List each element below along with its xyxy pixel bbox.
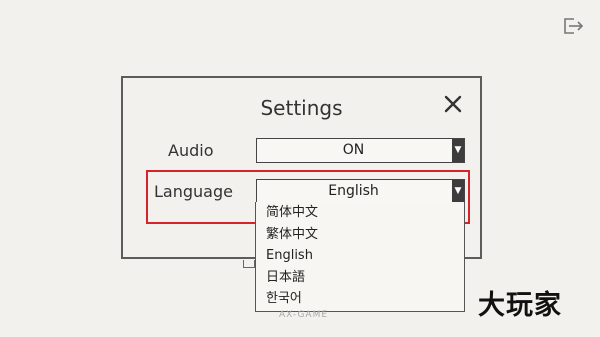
language-option[interactable]: English bbox=[256, 245, 464, 267]
watermark-subtext: AX-GAME bbox=[279, 310, 329, 320]
audio-value: ON bbox=[342, 142, 365, 158]
exit-icon[interactable] bbox=[562, 16, 584, 36]
close-icon[interactable] bbox=[441, 92, 465, 116]
language-options-list: 简体中文 繁体中文 English 日本語 한국어 bbox=[255, 202, 465, 312]
audio-label: Audio bbox=[168, 141, 214, 160]
language-option[interactable]: 日本語 bbox=[256, 267, 464, 289]
triangle-down-icon[interactable]: ▼ bbox=[452, 139, 464, 162]
language-option[interactable]: 简体中文 bbox=[256, 202, 464, 224]
audio-select[interactable]: ON ▼ bbox=[256, 138, 465, 163]
language-option[interactable]: 한국어 bbox=[256, 288, 464, 310]
dialog-title: Settings bbox=[260, 96, 343, 120]
watermark-logo: 大玩家 bbox=[478, 290, 562, 321]
language-option[interactable]: 繁体中文 bbox=[256, 224, 464, 246]
dialog-button-stub bbox=[243, 260, 255, 268]
